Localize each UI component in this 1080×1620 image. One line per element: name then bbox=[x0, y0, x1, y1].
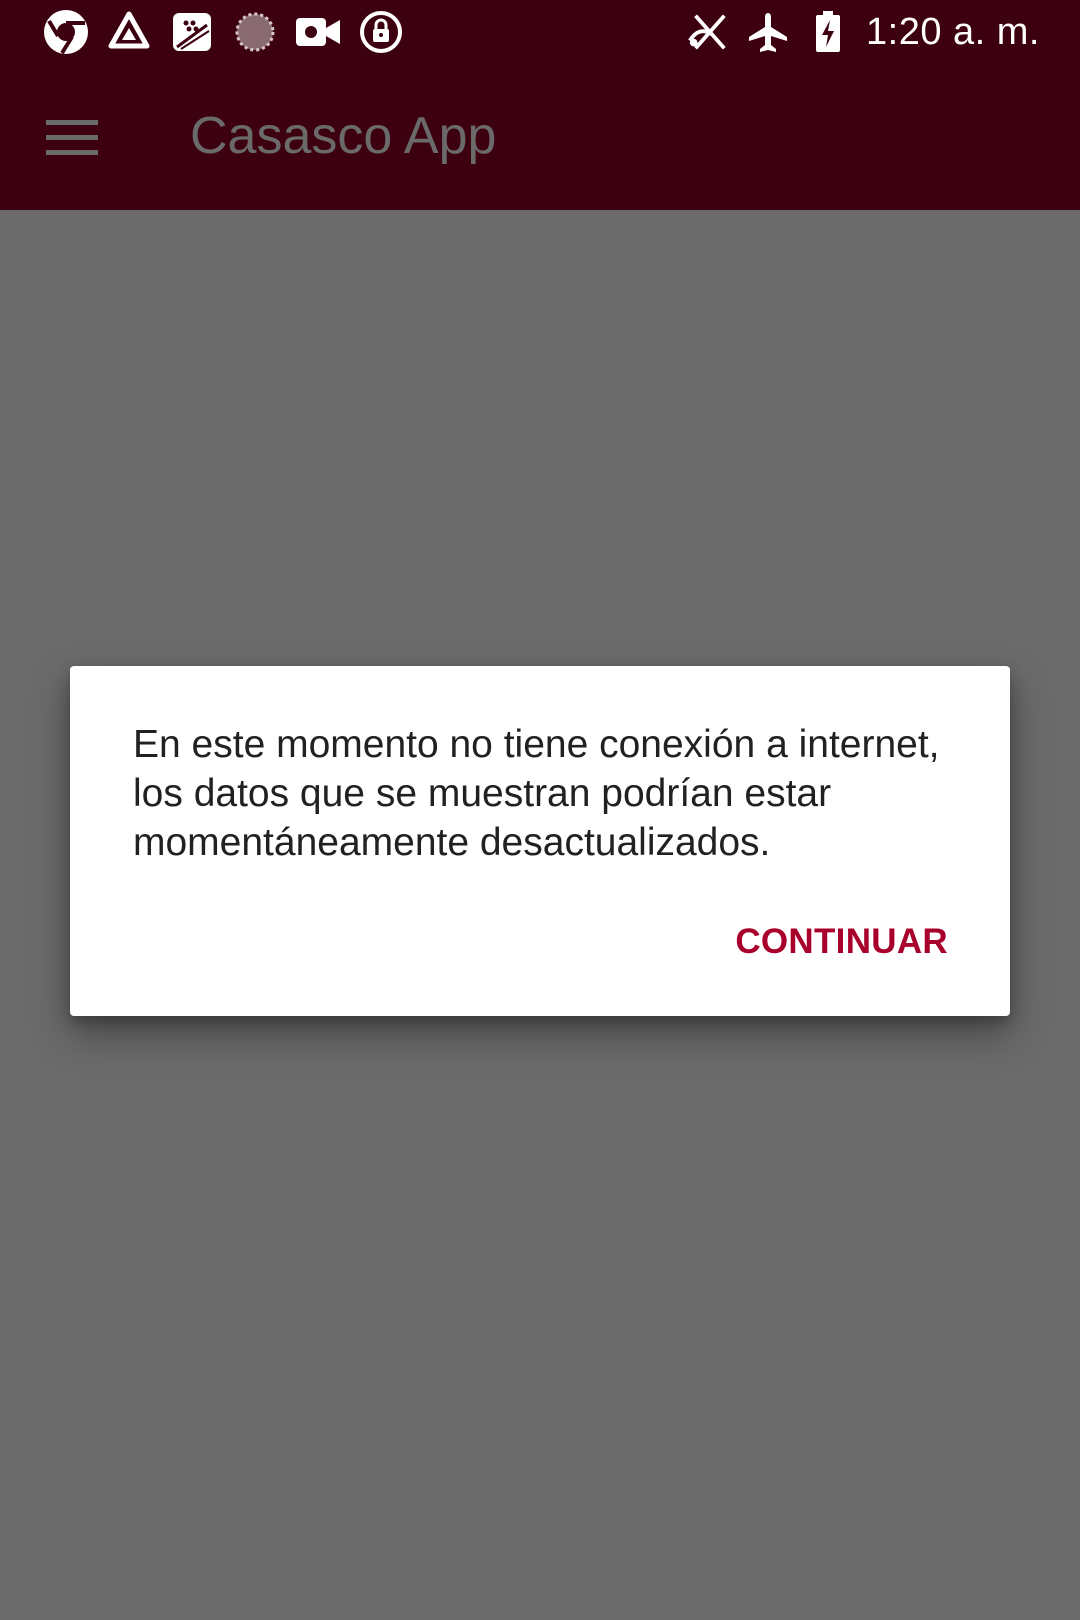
drive-icon bbox=[105, 8, 153, 56]
app-title: Casasco App bbox=[190, 107, 497, 165]
offline-alert-dialog: En este momento no tiene conexión a inte… bbox=[70, 666, 1010, 1016]
status-notification-icons bbox=[42, 8, 420, 56]
chrome-like-icon bbox=[42, 8, 90, 56]
status-system-icons: 1:20 a. m. bbox=[686, 8, 1040, 56]
loading-icon bbox=[231, 8, 279, 56]
status-bar: 1:20 a. m. bbox=[0, 0, 1080, 64]
dialog-message: En este momento no tiene conexión a inte… bbox=[133, 723, 940, 864]
battery-charging-icon bbox=[806, 10, 850, 54]
hamburger-menu-icon bbox=[46, 120, 98, 155]
lock-circle-icon bbox=[357, 8, 405, 56]
airplane-mode-icon bbox=[746, 10, 790, 54]
no-signal-icon bbox=[686, 10, 730, 54]
video-camera-icon bbox=[294, 8, 342, 56]
blackberry-icon bbox=[168, 8, 216, 56]
app-bar: Casasco App bbox=[0, 64, 1080, 210]
continue-button[interactable]: CONTINUAR bbox=[735, 916, 948, 968]
status-time: 1:20 a. m. bbox=[866, 10, 1040, 53]
hamburger-menu-button[interactable] bbox=[42, 108, 102, 168]
